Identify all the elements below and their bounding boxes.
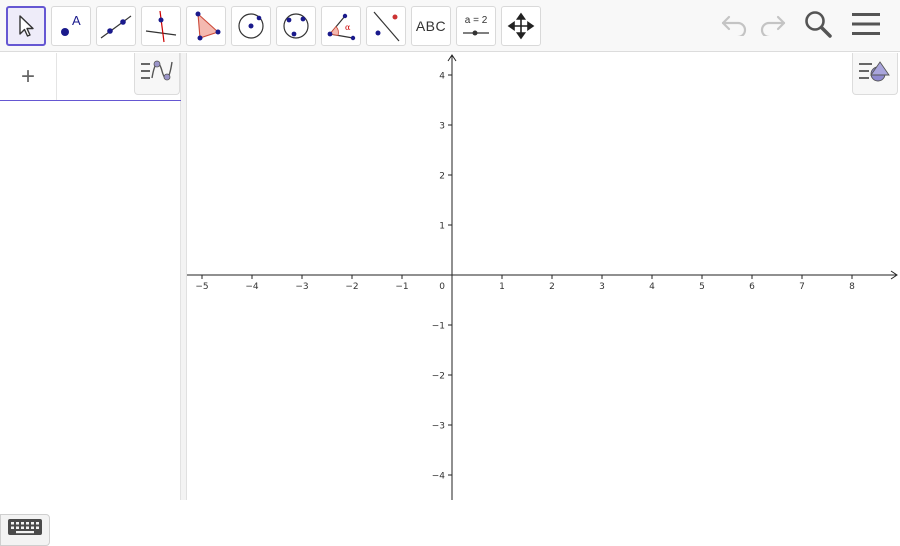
move-tool-button[interactable] bbox=[6, 6, 46, 46]
circle-three-points-icon bbox=[280, 10, 312, 42]
text-tool-button[interactable]: ABC bbox=[411, 6, 451, 46]
polygon-tool-button[interactable] bbox=[186, 6, 226, 46]
y-tick-label: 4 bbox=[439, 72, 445, 82]
slider-tool-button[interactable]: a = 2 bbox=[456, 6, 496, 46]
x-tick-label: 3 bbox=[599, 282, 605, 292]
angle-icon: α bbox=[325, 10, 357, 42]
circle-center-tool-button[interactable] bbox=[231, 6, 271, 46]
y-tick-label: 1 bbox=[439, 222, 445, 232]
x-tick-label: 2 bbox=[549, 282, 555, 292]
algebra-input-add-button[interactable]: + bbox=[14, 63, 42, 91]
x-tick-label: 7 bbox=[799, 282, 805, 292]
angle-tool-button[interactable]: α bbox=[321, 6, 361, 46]
y-tick-label: −4 bbox=[432, 472, 446, 482]
circle-three-points-tool-button[interactable] bbox=[276, 6, 316, 46]
perpendicular-line-icon bbox=[144, 9, 178, 43]
reflect-tool-button[interactable] bbox=[366, 6, 406, 46]
origin-label: 0 bbox=[439, 282, 445, 292]
reflect-about-line-icon bbox=[369, 9, 403, 43]
y-tick-label: −2 bbox=[432, 372, 445, 382]
graphics-style-bar-button[interactable] bbox=[852, 53, 898, 95]
coordinate-axes: −5 −4 −3 −2 −1 1 2 3 4 5 6 7 8 4 3 2 1 −1 −2 −3 −4 0 bbox=[187, 54, 898, 500]
y-tick-label: 2 bbox=[439, 172, 445, 182]
line-tool-button[interactable] bbox=[96, 6, 136, 46]
undo-icon bbox=[720, 12, 750, 41]
text-icon: ABC bbox=[415, 18, 447, 34]
x-tick-label: 4 bbox=[649, 282, 655, 292]
undo-button[interactable] bbox=[717, 8, 753, 44]
graphics-view[interactable]: −5 −4 −3 −2 −1 1 2 3 4 5 6 7 8 4 3 2 1 −1 −2 −3 −4 0 bbox=[187, 53, 900, 500]
slider-icon: a = 2 bbox=[459, 11, 493, 41]
x-tick-label: 8 bbox=[849, 282, 855, 292]
point-tool-button[interactable]: A bbox=[51, 6, 91, 46]
x-tick-label: −3 bbox=[295, 282, 308, 292]
x-tick-label: −1 bbox=[395, 282, 408, 292]
search-button[interactable] bbox=[800, 8, 836, 44]
redo-button[interactable] bbox=[754, 8, 790, 44]
search-icon bbox=[803, 9, 833, 44]
x-tick-label: −4 bbox=[245, 282, 259, 292]
y-tick-label: 3 bbox=[439, 122, 445, 132]
angle-tool-label: α bbox=[345, 23, 351, 32]
algebra-input-divider bbox=[56, 53, 57, 100]
arrow-cursor-icon bbox=[16, 14, 36, 38]
point-tool-label: A bbox=[72, 13, 81, 28]
algebra-view: + bbox=[0, 53, 181, 546]
algebra-style-bar-button[interactable] bbox=[134, 53, 180, 95]
toolbar: A α ABC a = 2 bbox=[0, 0, 900, 52]
main-menu-button[interactable] bbox=[848, 8, 884, 44]
move-graphics-view-icon bbox=[507, 12, 535, 40]
point-icon: A bbox=[55, 10, 87, 42]
graphics-style-icon bbox=[858, 58, 892, 89]
y-tick-label: −1 bbox=[432, 322, 445, 332]
x-tick-label: 6 bbox=[749, 282, 755, 292]
circle-center-point-icon bbox=[235, 10, 267, 42]
hamburger-menu-icon bbox=[851, 11, 881, 42]
y-tick-label: −3 bbox=[432, 422, 445, 432]
x-tick-label: −2 bbox=[345, 282, 358, 292]
redo-icon bbox=[757, 12, 787, 41]
move-graphics-tool-button[interactable] bbox=[501, 6, 541, 46]
x-tick-label: 5 bbox=[699, 282, 705, 292]
keyboard-icon bbox=[7, 518, 43, 543]
x-tick-label: −5 bbox=[195, 282, 208, 292]
algebra-input-row[interactable]: + bbox=[0, 53, 181, 101]
polygon-icon bbox=[190, 10, 222, 42]
line-through-points-icon bbox=[99, 10, 133, 42]
slider-tool-label: a = 2 bbox=[465, 15, 488, 26]
perpendicular-tool-button[interactable] bbox=[141, 6, 181, 46]
x-tick-label: 1 bbox=[499, 282, 505, 292]
algebra-style-icon bbox=[140, 58, 174, 89]
virtual-keyboard-button[interactable] bbox=[0, 514, 50, 546]
